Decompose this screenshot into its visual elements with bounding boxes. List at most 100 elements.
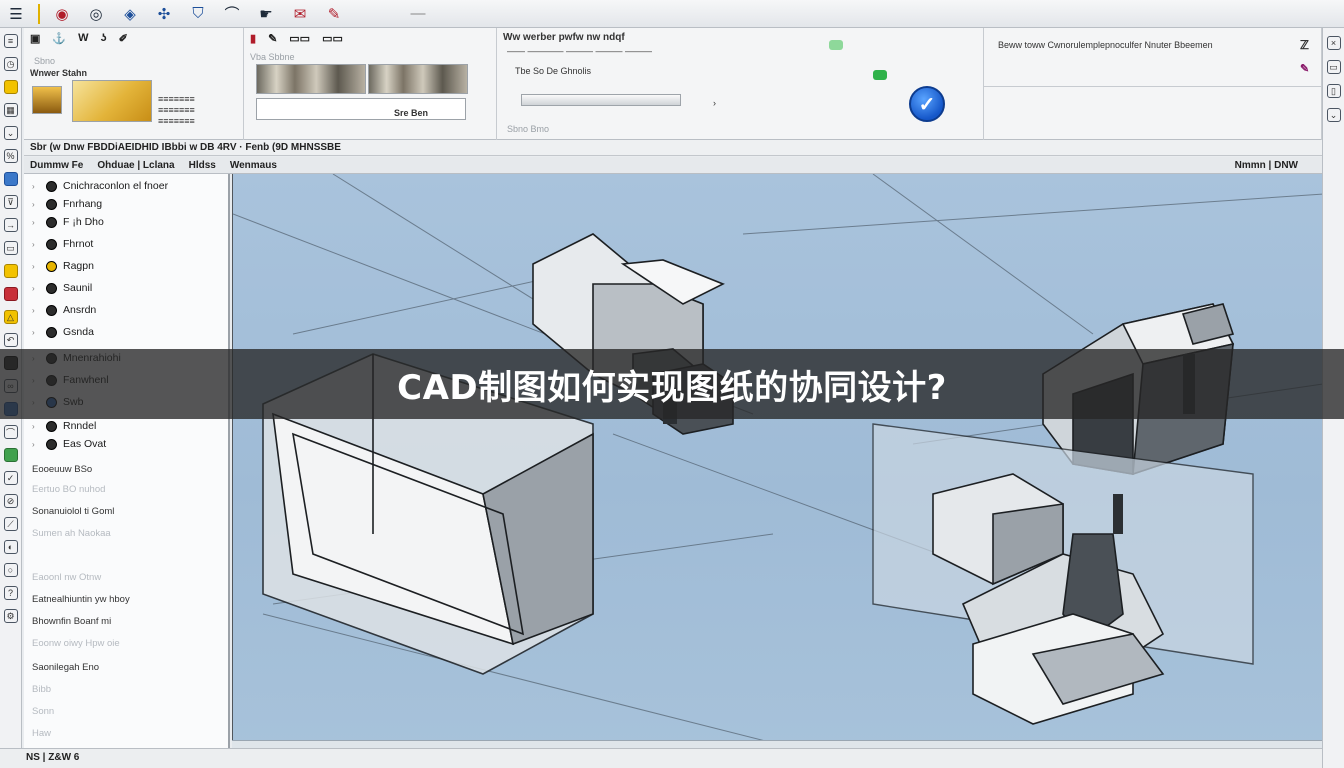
- material-preview-icon[interactable]: [32, 86, 62, 114]
- grid-icon[interactable]: ▦: [3, 103, 18, 117]
- expand-icon[interactable]: ▭: [1326, 60, 1341, 74]
- material-swatch[interactable]: [72, 80, 152, 122]
- chevron-right-icon[interactable]: ›: [32, 284, 40, 293]
- arrow-icon[interactable]: →: [3, 218, 18, 232]
- tree-item[interactable]: › Ansrdn: [32, 302, 96, 318]
- tab-layers[interactable]: Ohduae | Lclana: [97, 160, 174, 171]
- property-row: Sonanuiolol ti Goml: [32, 506, 115, 517]
- chevron-down-icon[interactable]: ⌄: [3, 126, 18, 140]
- tree-item[interactable]: › Saunil: [32, 280, 92, 296]
- network-icon[interactable]: ✣: [152, 3, 176, 25]
- chevron-right-icon[interactable]: ›: [32, 306, 40, 315]
- menu-icon[interactable]: ☰: [4, 3, 28, 25]
- close-icon[interactable]: ×: [1326, 36, 1341, 50]
- check-icon[interactable]: [3, 448, 18, 462]
- feather-icon[interactable]: ⌒: [220, 3, 244, 25]
- panel3-rule: —— ———— ——— ——— ———: [507, 46, 653, 56]
- chevron-right-icon[interactable]: ›: [32, 240, 40, 249]
- folder-icon[interactable]: [3, 264, 18, 278]
- wave-icon[interactable]: W: [78, 32, 88, 45]
- sun-icon[interactable]: [3, 80, 18, 94]
- pencil-icon[interactable]: ✎: [322, 3, 346, 25]
- warning-icon[interactable]: △: [3, 310, 18, 324]
- next-arrow-icon[interactable]: ›: [713, 98, 716, 108]
- tab-layout[interactable]: Wenmaus: [230, 160, 277, 171]
- hook-icon[interactable]: ʖ: [101, 32, 107, 45]
- view-options-icon[interactable]: ▭▭: [289, 32, 310, 45]
- tree-item[interactable]: › F ¡h Dho: [32, 214, 104, 230]
- chevron-right-icon[interactable]: ›: [32, 328, 40, 337]
- property-row: Haw: [32, 728, 52, 739]
- chevron-right-icon[interactable]: ›: [32, 440, 40, 449]
- circle-tool-icon[interactable]: ○: [3, 563, 18, 577]
- tree-item[interactable]: › Eas Ovat: [32, 436, 106, 452]
- chevron-right-icon[interactable]: ›: [32, 218, 40, 227]
- tree-item[interactable]: › Rnndel: [32, 418, 96, 434]
- help-icon[interactable]: ?: [3, 586, 18, 600]
- snap-icon[interactable]: ◐: [3, 540, 18, 554]
- tree-item-label: Ragpn: [63, 260, 94, 272]
- rose-icon[interactable]: [3, 287, 18, 301]
- render-preview-a[interactable]: [256, 64, 366, 94]
- material-details: ≡≡≡≡≡≡≡ ≡≡≡≡≡≡≡ ≡≡≡≡≡≡≡: [158, 94, 195, 126]
- style-tool-row: ▣ ⚓ W ʖ ✐: [30, 32, 128, 45]
- collapse-icon[interactable]: ⌄: [1326, 108, 1341, 122]
- pencil-tool-icon[interactable]: ✎: [268, 32, 277, 45]
- edit-note-icon[interactable]: ✎: [1300, 62, 1309, 75]
- tree-item-label: Eas Ovat: [63, 438, 107, 450]
- image-icon[interactable]: ▭: [3, 241, 18, 255]
- filter-icon[interactable]: ⊽: [3, 195, 18, 209]
- sync-progress-bar: [521, 94, 681, 106]
- tree-item[interactable]: › Cnichraconlon el fnoer: [32, 178, 168, 194]
- no-entry-icon[interactable]: ⊘: [3, 494, 18, 508]
- anchor-icon[interactable]: ⚓: [52, 32, 66, 45]
- tree-item[interactable]: › Fnrhang: [32, 196, 102, 212]
- drawing-viewport[interactable]: [232, 174, 1322, 748]
- clock-icon[interactable]: ◷: [3, 57, 18, 71]
- minimize-icon[interactable]: —: [406, 3, 430, 25]
- settings-icon[interactable]: ⚙: [3, 609, 18, 623]
- line-tool-icon[interactable]: ⟋: [3, 517, 18, 531]
- view-mode-label[interactable]: Nmmn | DNW: [1235, 160, 1298, 171]
- marker-icon[interactable]: ▮: [250, 32, 256, 45]
- tick-icon[interactable]: ✓: [3, 471, 18, 485]
- record-icon[interactable]: ◉: [50, 3, 74, 25]
- tree-item[interactable]: › Ragpn: [32, 258, 94, 274]
- percent-icon[interactable]: %: [3, 149, 18, 163]
- layer-icon: [46, 326, 57, 338]
- chevron-right-icon[interactable]: ›: [32, 422, 40, 431]
- confirm-check-button[interactable]: ✓: [909, 86, 945, 122]
- layers-icon[interactable]: ≡: [3, 34, 18, 48]
- curve-icon[interactable]: ⌒: [3, 425, 18, 439]
- banner-title: CAD制图如何实现图纸的协同设计?: [397, 367, 947, 408]
- render-slider[interactable]: [256, 98, 466, 120]
- tab-blocks[interactable]: Hldss: [189, 160, 216, 171]
- property-row: Bhownfin Boanf mi: [32, 616, 112, 627]
- tree-item[interactable]: › Gsnda: [32, 324, 94, 340]
- shield-icon[interactable]: ⛉: [186, 3, 210, 25]
- view-settings-icon[interactable]: ▭▭: [322, 32, 343, 45]
- isometric-drawing: [233, 174, 1322, 748]
- tree-item-label: Fnrhang: [63, 198, 103, 210]
- scroll-icon[interactable]: ▯: [1326, 84, 1341, 98]
- tree-item[interactable]: › Fhrnot: [32, 236, 93, 252]
- hand-icon[interactable]: ☛: [254, 3, 278, 25]
- cube-icon[interactable]: ◈: [118, 3, 142, 25]
- layer-icon: [46, 260, 57, 272]
- chevron-right-icon[interactable]: ›: [32, 200, 40, 209]
- chevron-right-icon[interactable]: ›: [32, 182, 40, 191]
- title-banner: CAD制图如何实现图纸的协同设计?: [0, 349, 1344, 419]
- tab-model[interactable]: Dummw Fe: [30, 160, 83, 171]
- undo-icon[interactable]: ↶: [3, 333, 18, 347]
- pin-icon[interactable]: ℤ: [1300, 38, 1309, 52]
- target-icon[interactable]: ◎: [84, 3, 108, 25]
- online-indicator: [873, 70, 887, 80]
- brush-icon[interactable]: ▣: [30, 32, 40, 45]
- envelope-icon[interactable]: ✉: [288, 3, 312, 25]
- property-row: Eooeuuw BSo: [32, 464, 93, 475]
- pen-icon[interactable]: ✐: [119, 32, 128, 45]
- chevron-right-icon[interactable]: ›: [32, 262, 40, 271]
- copy-icon[interactable]: [3, 172, 18, 186]
- property-row: Eertuo BO nuhod: [32, 484, 106, 495]
- render-preview-b[interactable]: [368, 64, 468, 94]
